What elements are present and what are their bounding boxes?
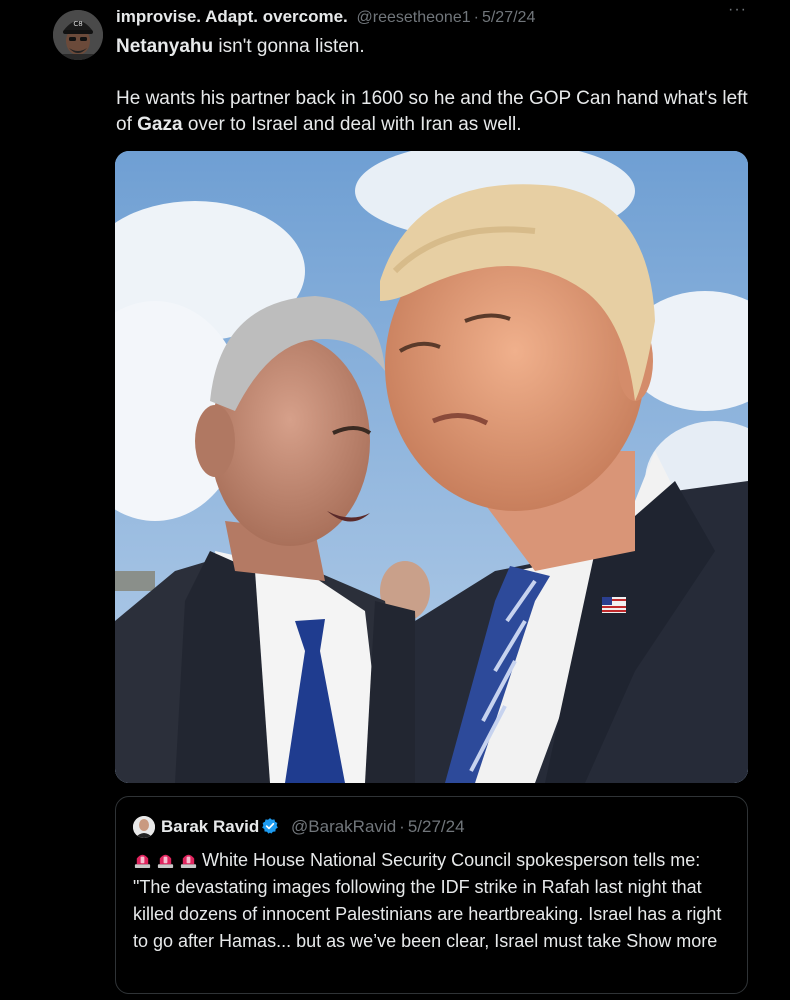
separator-dot: ·	[473, 9, 479, 26]
profile-avatar-icon: C8	[53, 10, 103, 60]
more-icon[interactable]: ···	[728, 2, 748, 24]
author-handle[interactable]: @reesetheone1	[357, 9, 471, 26]
bold-netanyahu: Netanyahu	[116, 36, 214, 57]
tweet-text: Netanyahu isn't gonna listen. He wants h…	[116, 34, 766, 138]
quote-author-display-name[interactable]: Barak Ravid	[161, 817, 259, 836]
quote-avatar-icon	[133, 816, 155, 838]
author-avatar[interactable]: C8	[53, 10, 103, 60]
quote-text: White House National Security Council sp…	[133, 847, 738, 955]
author-display-name[interactable]: improvise. Adapt. overcome.	[116, 7, 348, 26]
bold-gaza: Gaza	[137, 114, 183, 135]
show-more-link[interactable]: Show more	[626, 931, 717, 951]
svg-text:C8: C8	[73, 20, 82, 28]
siren-icon	[180, 854, 197, 869]
quote-author-handle[interactable]: @BarakRavid	[291, 817, 396, 836]
quote-date[interactable]: 5/27/24	[408, 817, 465, 836]
siren-icon	[157, 854, 174, 869]
tweet[interactable]: C8 improvise. Adapt. overcome. @reesethe…	[0, 0, 790, 1000]
tweet-text-line-1: Netanyahu isn't gonna listen.	[116, 34, 766, 60]
tweet-text-line-2-part-2: over to Israel and deal with Iran as wel…	[182, 114, 522, 135]
tweet-text-line-1-rest: isn't gonna listen.	[213, 36, 365, 57]
quote-header: Barak Ravid @BarakRavid · 5/27/24	[161, 815, 465, 839]
quoted-tweet[interactable]: Barak Ravid @BarakRavid · 5/27/24 White Ho…	[115, 796, 748, 994]
quote-separator-dot: ·	[399, 817, 405, 836]
tweet-photo[interactable]	[115, 151, 748, 783]
verified-badge-icon	[262, 818, 279, 834]
photo-two-men-in-suits-icon	[115, 151, 748, 783]
tweet-text-line-2: He wants his partner back in 1600 so he …	[116, 86, 766, 138]
tweet-date[interactable]: 5/27/24	[482, 9, 535, 26]
quote-author-avatar[interactable]	[133, 816, 155, 838]
siren-icon	[134, 854, 151, 869]
tweet-header: improvise. Adapt. overcome. @reesetheone…	[116, 6, 736, 28]
